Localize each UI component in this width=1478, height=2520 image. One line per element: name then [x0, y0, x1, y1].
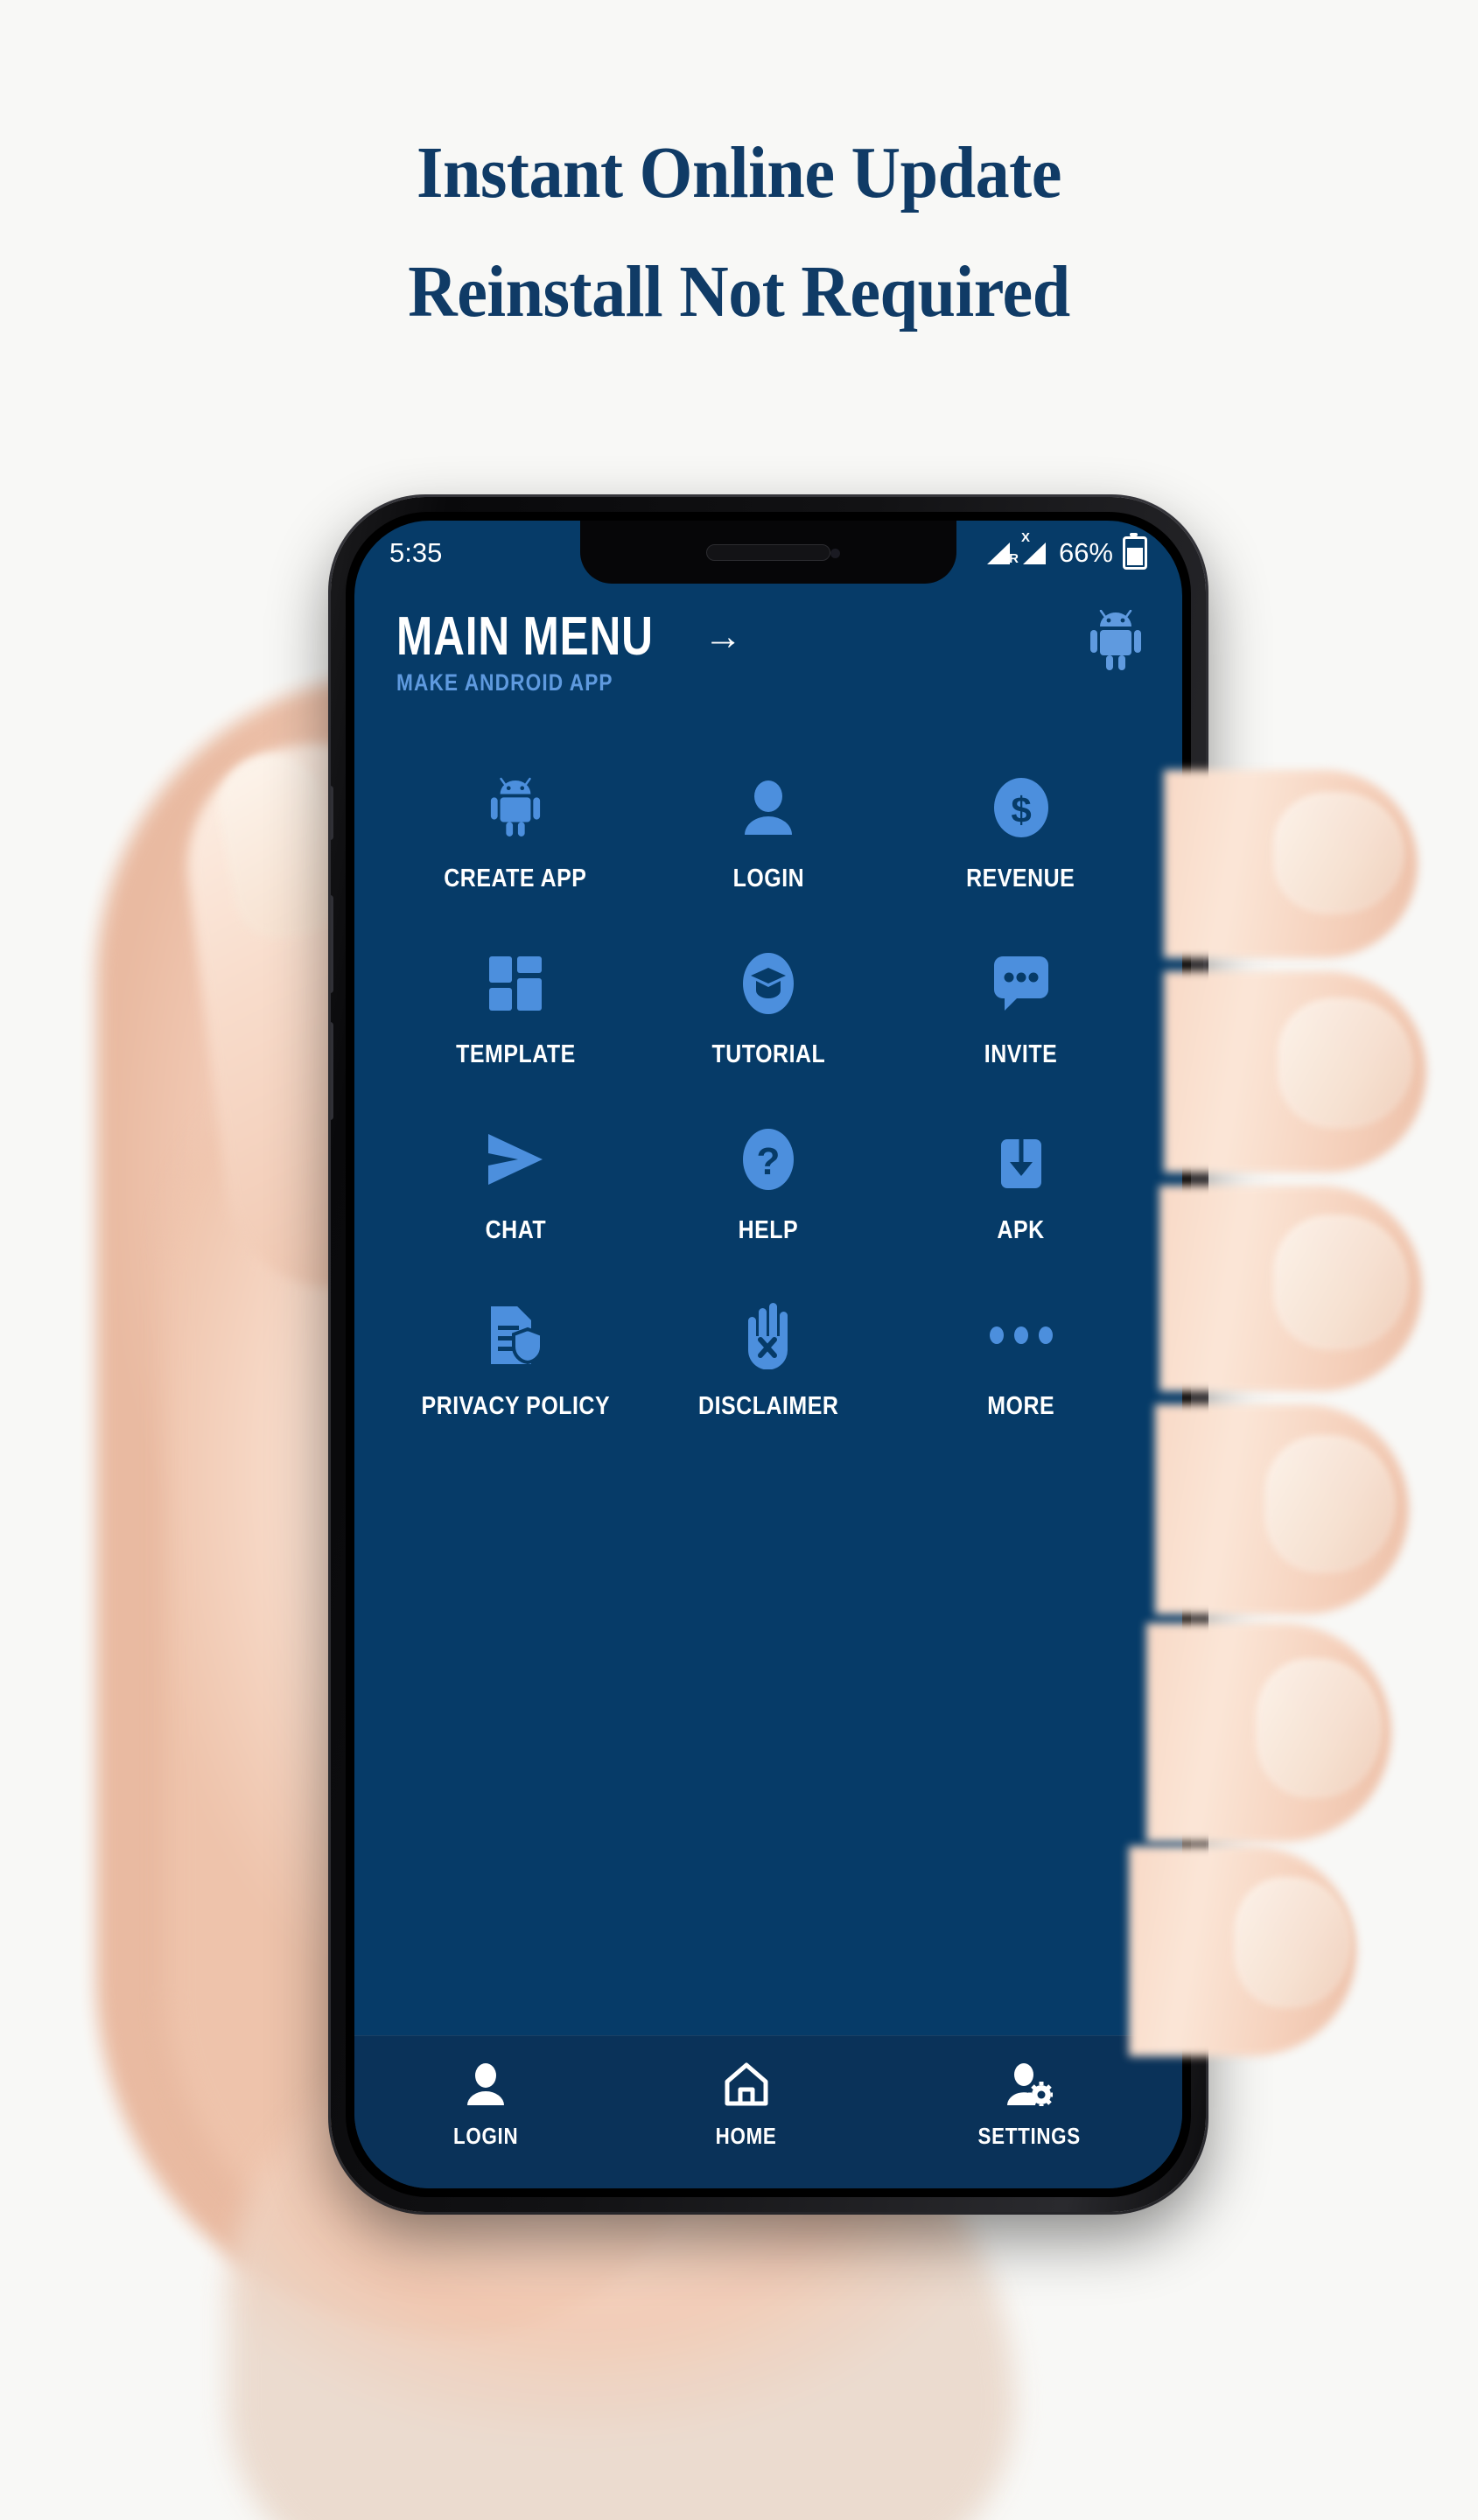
signal-x-label: X [1020, 530, 1030, 545]
menu-item-template[interactable]: TEMPLATE [389, 946, 642, 1069]
menu-item-label: APK [997, 1216, 1045, 1244]
menu-item-label: PRIVACY POLICY [421, 1392, 611, 1420]
page-title: MAIN MENU [396, 606, 654, 667]
page-subtitle: MAKE ANDROID APP [396, 669, 613, 696]
dollar-circle-icon: $ [992, 770, 1050, 845]
menu-item-revenue[interactable]: $ REVENUE [894, 770, 1147, 893]
menu-item-label: MORE [987, 1392, 1055, 1420]
status-bar: 5:35 R X 66% [354, 521, 1182, 585]
menu-item-label: CREATE APP [444, 864, 587, 892]
menu-item-label: DISCLAIMER [697, 1392, 839, 1420]
menu-item-apk[interactable]: APK [894, 1122, 1147, 1245]
menu-item-label: LOGIN [732, 864, 804, 892]
menu-item-tutorial[interactable]: TUTORIAL [642, 946, 895, 1069]
nav-item-label: HOME [716, 2123, 777, 2149]
android-robot-icon[interactable] [1088, 609, 1144, 676]
phone-device: 5:35 R X 66% MAIN MENU → MAKE ANDROID AP… [331, 497, 1206, 2212]
phone-screen: 5:35 R X 66% MAIN MENU → MAKE ANDROID AP… [354, 521, 1182, 2188]
svg-text:$: $ [1011, 789, 1031, 830]
layout-grid-icon [487, 946, 543, 1021]
menu-item-disclaimer[interactable]: DISCLAIMER [642, 1298, 895, 1421]
menu-item-label: HELP [738, 1216, 799, 1244]
mute-switch[interactable] [331, 786, 333, 840]
question-circle-icon: ? [741, 1122, 795, 1197]
app-header: MAIN MENU → MAKE ANDROID APP [354, 585, 1182, 723]
menu-item-label: TUTORIAL [711, 1040, 825, 1068]
nav-item-home[interactable]: HOME [711, 2062, 781, 2150]
arrow-right-icon: → [704, 615, 743, 658]
nav-item-login[interactable]: LOGIN [448, 2062, 523, 2150]
status-bar-indicators: R X 66% [986, 531, 1147, 570]
menu-item-help[interactable]: ? HELP [642, 1122, 895, 1245]
menu-item-login[interactable]: LOGIN [642, 770, 895, 893]
menu-item-label: REVENUE [966, 864, 1075, 892]
three-dots-icon [988, 1298, 1054, 1373]
menu-item-label: CHAT [485, 1216, 547, 1244]
menu-item-more[interactable]: MORE [894, 1298, 1147, 1421]
power-button[interactable] [1203, 952, 1206, 1092]
hand-stop-x-icon [741, 1298, 795, 1373]
menu-item-privacy-policy[interactable]: PRIVACY POLICY [389, 1298, 642, 1421]
signal-x-icon: X [1021, 531, 1049, 564]
nav-item-label: LOGIN [453, 2123, 519, 2149]
svg-text:?: ? [757, 1140, 781, 1183]
battery-icon [1123, 533, 1147, 570]
person-icon [741, 770, 795, 845]
signal-roaming-icon: R [986, 542, 1019, 565]
graduation-cap-circle-icon [740, 946, 796, 1021]
battery-percent-label: 66% [1058, 537, 1113, 568]
person-gear-icon [1005, 2062, 1054, 2110]
screen-empty-space [354, 1421, 1182, 2035]
volume-down-button[interactable] [331, 1022, 333, 1120]
volume-up-button[interactable] [331, 895, 333, 993]
send-arrow-icon [485, 1122, 546, 1197]
phone-bezel: 5:35 R X 66% MAIN MENU → MAKE ANDROID AP… [346, 512, 1191, 2197]
menu-item-label: TEMPLATE [455, 1040, 576, 1068]
menu-item-chat[interactable]: CHAT [389, 1122, 642, 1245]
android-robot-icon [488, 770, 543, 845]
document-shield-icon [486, 1298, 545, 1373]
house-icon [724, 2062, 769, 2110]
main-menu-grid: CREATE APP LOGIN $ REVENUE TEMPLATE TUTO… [354, 723, 1182, 1421]
menu-item-create-app[interactable]: CREATE APP [389, 770, 642, 893]
bottom-navigation-bar: LOGIN HOME SETTINGS [354, 2035, 1182, 2188]
menu-item-invite[interactable]: INVITE [894, 946, 1147, 1069]
nav-item-settings[interactable]: SETTINGS [970, 2062, 1089, 2150]
download-box-icon [996, 1122, 1047, 1197]
person-icon [465, 2062, 507, 2110]
signal-roaming-label: R [1009, 551, 1019, 566]
nav-item-label: SETTINGS [977, 2123, 1081, 2149]
menu-item-label: INVITE [984, 1040, 1058, 1068]
status-bar-clock: 5:35 [389, 537, 443, 568]
chat-bubble-dots-icon [992, 946, 1050, 1021]
